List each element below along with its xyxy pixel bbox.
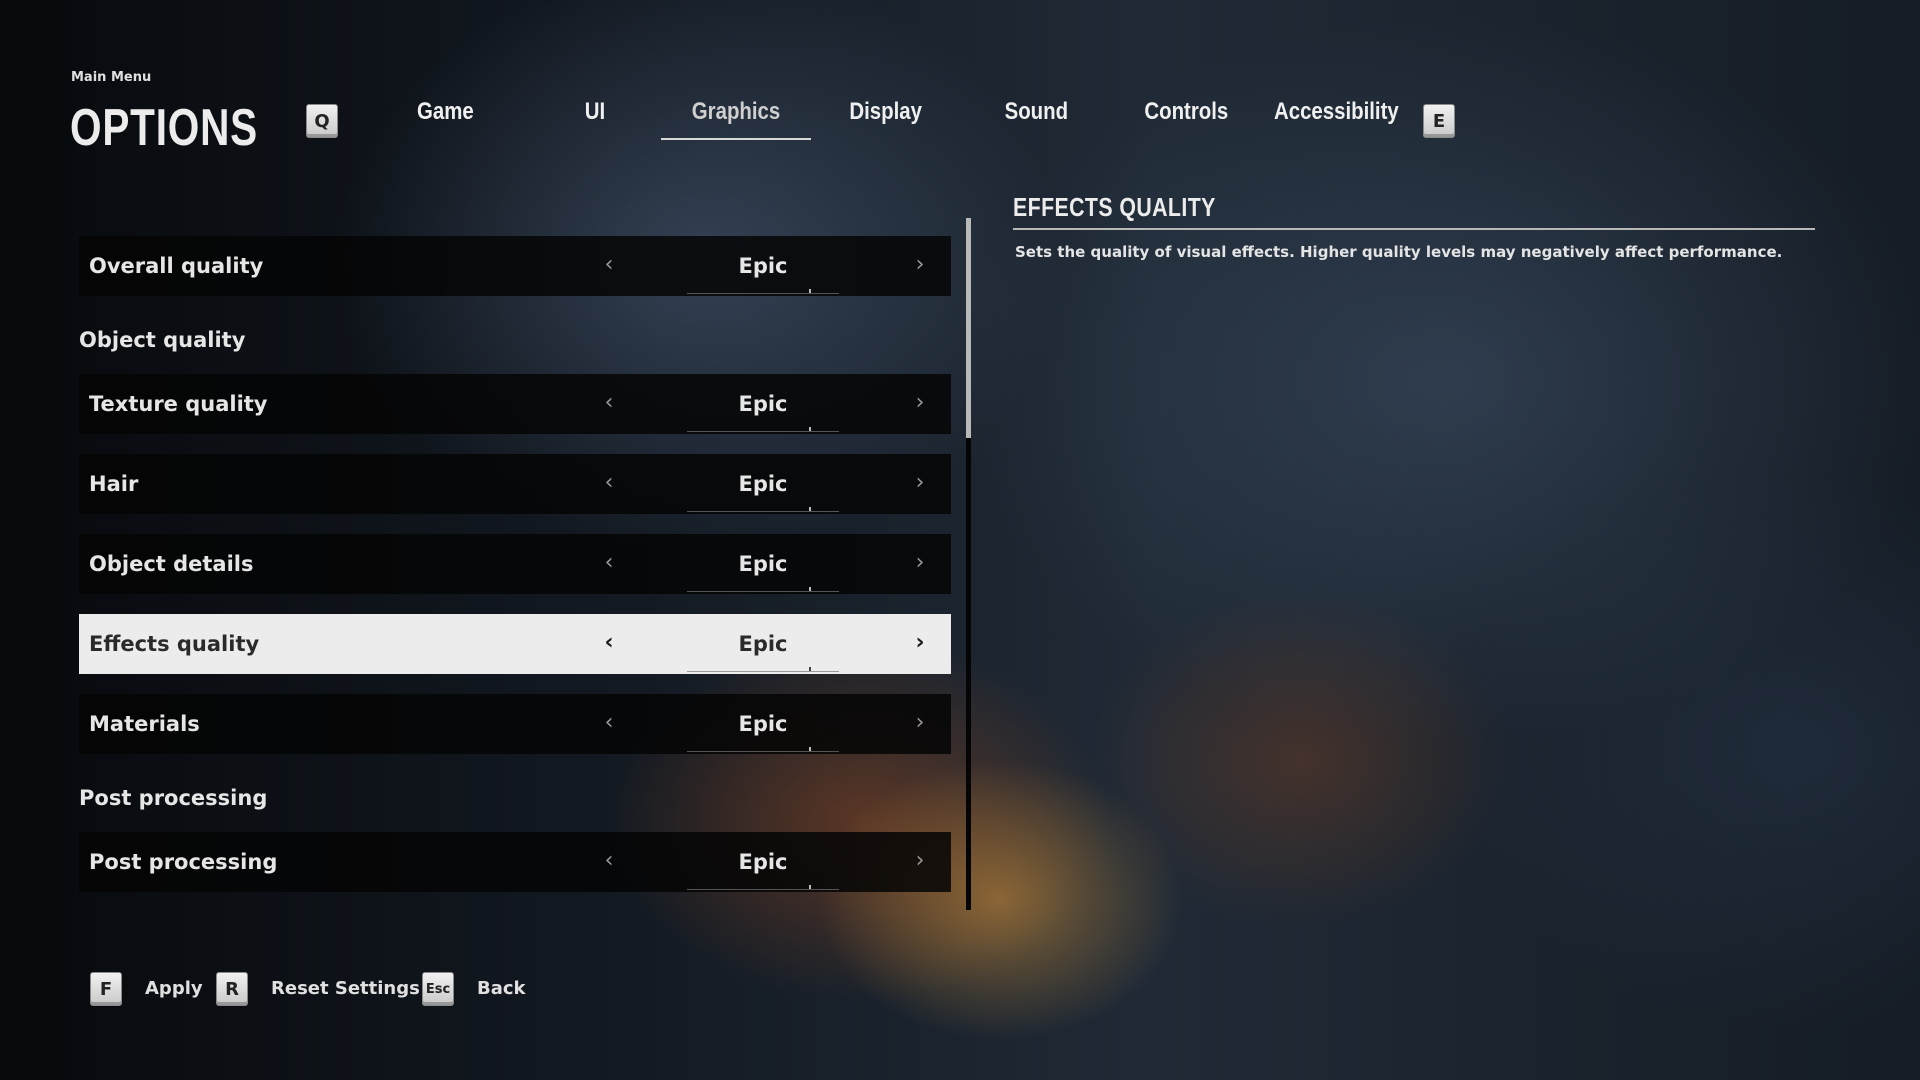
chevron-right-icon[interactable]: › [905, 832, 935, 892]
apply-label: Apply [145, 978, 203, 999]
value-indicator [687, 667, 839, 672]
prev-tab-key-icon[interactable]: Q [306, 104, 338, 138]
setting-value: Epic [738, 632, 788, 656]
tab-controls[interactable]: Controls [1111, 90, 1261, 140]
chevron-right-icon[interactable]: › [905, 534, 935, 594]
setting-label: Post processing [89, 850, 278, 874]
scrollbar-thumb[interactable] [966, 218, 971, 438]
next-tab-key-icon[interactable]: E [1423, 104, 1455, 138]
chevron-left-icon[interactable]: ‹ [594, 236, 624, 296]
key-f-icon: F [90, 972, 122, 1006]
page-title: OPTIONS [70, 99, 259, 157]
setting-label: Hair [89, 472, 139, 496]
setting-label: Overall quality [89, 254, 264, 278]
section-heading-post-processing: Post processing [79, 786, 268, 810]
setting-row-hair[interactable]: Hair ‹ Epic › [79, 454, 951, 514]
setting-row-effects-quality[interactable]: Effects quality ‹ Epic › [79, 614, 951, 674]
setting-value: Epic [738, 850, 788, 874]
tab-display[interactable]: Display [811, 90, 961, 140]
setting-row-overall-quality[interactable]: Overall quality ‹ Epic › [79, 236, 951, 296]
value-indicator [687, 427, 839, 432]
setting-label: Texture quality [89, 392, 268, 416]
chevron-right-icon[interactable]: › [905, 614, 935, 674]
chevron-right-icon[interactable]: › [905, 694, 935, 754]
chevron-left-icon[interactable]: ‹ [594, 374, 624, 434]
chevron-left-icon[interactable]: ‹ [594, 614, 624, 674]
tab-accessibility[interactable]: Accessibility [1256, 90, 1416, 140]
reset-settings-label: Reset Settings [271, 978, 420, 999]
breadcrumb: Main Menu [71, 70, 152, 85]
chevron-left-icon[interactable]: ‹ [594, 454, 624, 514]
setting-row-materials[interactable]: Materials ‹ Epic › [79, 694, 951, 754]
tab-ui[interactable]: UI [520, 90, 670, 140]
value-indicator [687, 289, 839, 294]
key-r-icon: R [216, 972, 248, 1006]
chevron-left-icon[interactable]: ‹ [594, 694, 624, 754]
chevron-left-icon[interactable]: ‹ [594, 832, 624, 892]
setting-label: Object details [89, 552, 254, 576]
tab-sound[interactable]: Sound [961, 90, 1111, 140]
tab-game[interactable]: Game [370, 90, 520, 140]
key-esc-icon: Esc [422, 972, 454, 1006]
chevron-right-icon[interactable]: › [905, 236, 935, 296]
section-heading-object-quality: Object quality [79, 328, 246, 352]
value-indicator [687, 747, 839, 752]
setting-row-post-processing[interactable]: Post processing ‹ Epic › [79, 832, 951, 892]
setting-label: Materials [89, 712, 200, 736]
value-indicator [687, 507, 839, 512]
value-indicator [687, 587, 839, 592]
setting-value: Epic [738, 712, 788, 736]
description-text: Sets the quality of visual effects. High… [1015, 243, 1783, 261]
back-label: Back [477, 978, 526, 999]
chevron-right-icon[interactable]: › [905, 374, 935, 434]
setting-value: Epic [738, 472, 788, 496]
chevron-left-icon[interactable]: ‹ [594, 534, 624, 594]
back-button[interactable]: Esc Back [422, 972, 532, 1008]
chevron-right-icon[interactable]: › [905, 454, 935, 514]
reset-settings-button[interactable]: R Reset Settings [216, 972, 420, 1008]
setting-value: Epic [738, 552, 788, 576]
setting-value: Epic [738, 392, 788, 416]
apply-button[interactable]: F Apply [90, 972, 203, 1008]
description-divider [1013, 228, 1815, 230]
value-indicator [687, 885, 839, 890]
tab-graphics[interactable]: Graphics [661, 90, 811, 140]
setting-row-texture-quality[interactable]: Texture quality ‹ Epic › [79, 374, 951, 434]
description-title: EFFECTS QUALITY [1013, 192, 1216, 222]
setting-label: Effects quality [89, 632, 260, 656]
setting-row-object-details[interactable]: Object details ‹ Epic › [79, 534, 951, 594]
setting-value: Epic [738, 254, 788, 278]
